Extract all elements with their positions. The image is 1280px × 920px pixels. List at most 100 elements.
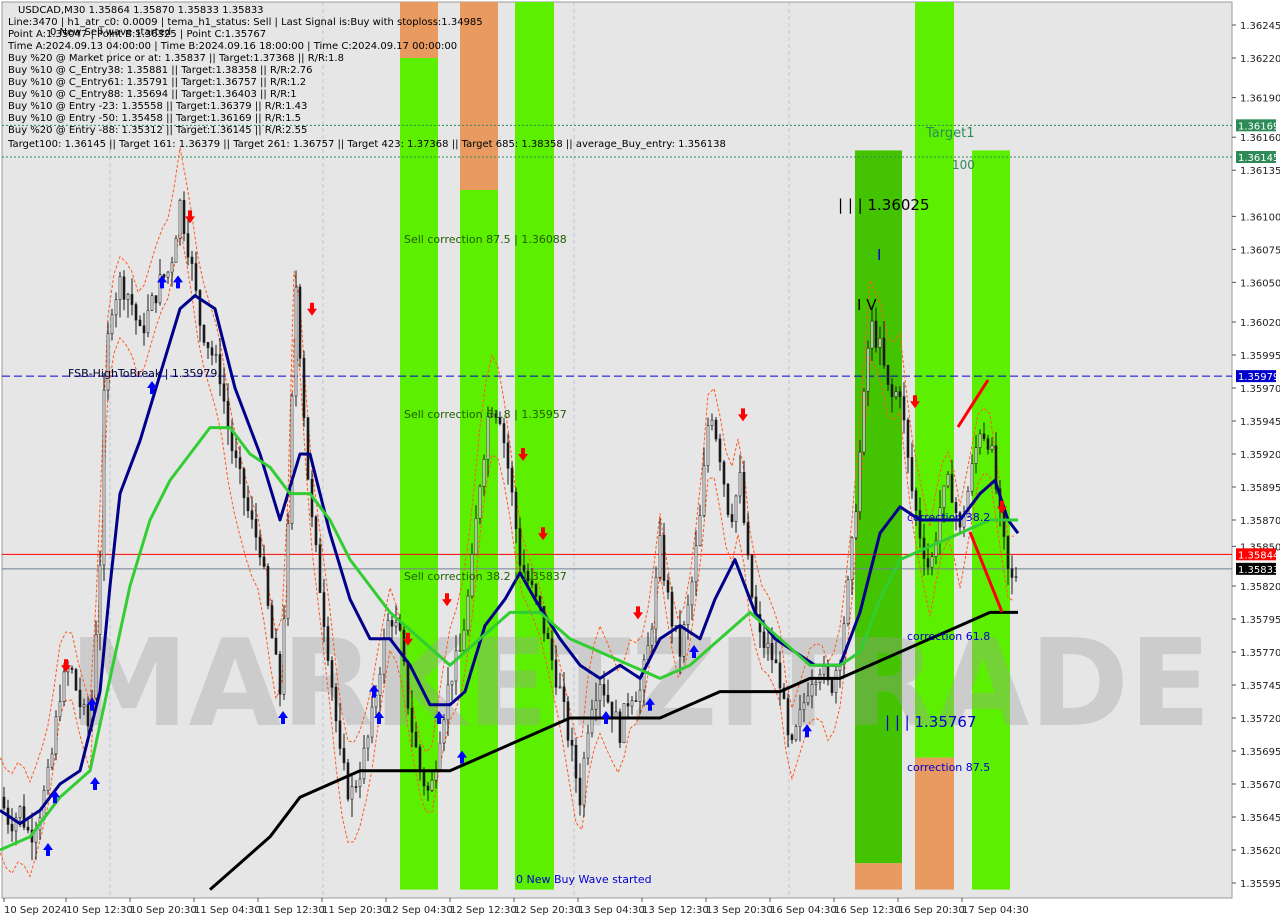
candle-body [878, 337, 882, 348]
candle-body [910, 457, 914, 492]
candle [846, 575, 850, 627]
y-tick-label: 1.35820 [1240, 582, 1280, 593]
candle-body [610, 701, 614, 720]
candle-body [458, 650, 462, 652]
x-tick-label: 10 Sep 20:30 [130, 905, 197, 916]
candle-body [78, 689, 82, 708]
x-tick-label: 13 Sep 12:30 [642, 905, 709, 916]
candle-body [338, 720, 342, 749]
header-line-9: Buy %10 @ Entry -50: 1.35458 || Target:1… [8, 113, 301, 124]
candle-body [106, 333, 110, 391]
y-tick-label: 1.36160 [1240, 133, 1280, 144]
candle [266, 563, 270, 610]
y-tick-label: 1.36075 [1240, 245, 1280, 256]
candle-body [54, 716, 58, 755]
candle-body [658, 534, 662, 578]
candle-body [738, 472, 742, 497]
candle-body [394, 621, 398, 627]
candle-body [890, 384, 894, 397]
candle-body [622, 703, 626, 743]
candle-body [298, 286, 302, 359]
candle [618, 708, 622, 749]
candle-body [154, 295, 158, 304]
new-buy-wave-label: 0 New Buy Wave started [516, 873, 652, 886]
candle-body [190, 256, 194, 264]
zone-green-4 [515, 2, 554, 890]
y-tick-label: 1.36020 [1240, 318, 1280, 329]
candle-body [850, 537, 854, 581]
candle-body [546, 633, 550, 640]
candle-body [570, 739, 574, 746]
y-tick-label: 1.36135 [1240, 166, 1280, 177]
header-line-0: USDCAD,M30 1.35864 1.35870 1.35833 1.358… [18, 5, 264, 16]
header-line-7: Buy %10 @ C_Entry88: 1.35694 || Target:1… [8, 89, 297, 100]
y-tick-label: 1.35945 [1240, 417, 1280, 428]
candle-body [862, 390, 866, 453]
candle-body [558, 686, 562, 689]
candle-body [210, 347, 214, 356]
candle-body [886, 365, 890, 385]
x-tick-label: 12 Sep 20:30 [514, 905, 581, 916]
candle-body [94, 634, 98, 699]
candle-body [778, 662, 782, 689]
candle-body [250, 510, 254, 520]
candle-body [946, 474, 950, 487]
header-line-6: Buy %10 @ C_Entry61: 1.35791 || Target:1… [8, 77, 306, 88]
y-tick-label: 1.35970 [1240, 384, 1280, 395]
x-tick-label: 16 Sep 20:30 [898, 905, 965, 916]
correction-618-label: correction 61.8 [907, 630, 990, 643]
candle-body [830, 679, 834, 693]
candle [294, 270, 298, 407]
candle-body [650, 628, 654, 646]
candle [270, 599, 274, 639]
candle-body [942, 485, 946, 508]
candle-body [122, 276, 126, 300]
candle-body [814, 681, 818, 685]
candle-body [110, 314, 114, 335]
candle-body [506, 442, 510, 469]
candle [306, 417, 310, 481]
candle-body [730, 514, 734, 523]
y-tick-label: 1.35795 [1240, 615, 1280, 626]
y-tick-label: 1.35645 [1240, 813, 1280, 824]
candle-body [618, 711, 622, 743]
y-tick-label: 1.36050 [1240, 278, 1280, 289]
sell-correction-618: Sell correction 61.8 | 1.35957 [404, 408, 567, 421]
candle [794, 724, 798, 742]
candle [290, 392, 294, 530]
candle-body [142, 325, 146, 334]
candle-body [734, 495, 738, 523]
candle [302, 350, 306, 428]
candle [298, 283, 302, 368]
y-tick-label: 1.35670 [1240, 780, 1280, 791]
candle-body [598, 684, 602, 702]
candle-body [798, 709, 802, 728]
candle-body [74, 669, 78, 691]
candle-body [362, 747, 366, 780]
candle-body [302, 357, 306, 418]
candle-body [858, 451, 862, 513]
candle-body [442, 719, 446, 744]
candle-body [566, 701, 570, 741]
candle-body [646, 645, 650, 661]
candle-body [654, 576, 658, 630]
target-100-label: 100 [952, 158, 975, 172]
x-tick-label: 13 Sep 20:30 [706, 905, 773, 916]
candle-body [114, 299, 118, 316]
y-tick-label: 1.36190 [1240, 94, 1280, 105]
y-tick-label: 1.36100 [1240, 212, 1280, 223]
candle [858, 440, 862, 520]
candle-body [318, 544, 322, 593]
candle-body [1010, 568, 1014, 578]
candle-body [182, 199, 186, 234]
y-tick-label: 1.36220 [1240, 54, 1280, 65]
candle-body [430, 779, 434, 791]
candle-body [722, 461, 726, 485]
x-tick-label: 11 Sep 12:30 [258, 905, 325, 916]
x-tick-label: 17 Sep 04:30 [962, 905, 1029, 916]
price-label-current: 1.35844 [1238, 550, 1279, 561]
candle-body [970, 463, 974, 492]
candle-body [802, 702, 806, 711]
candle [106, 321, 110, 401]
zone-orange-6 [855, 863, 902, 890]
